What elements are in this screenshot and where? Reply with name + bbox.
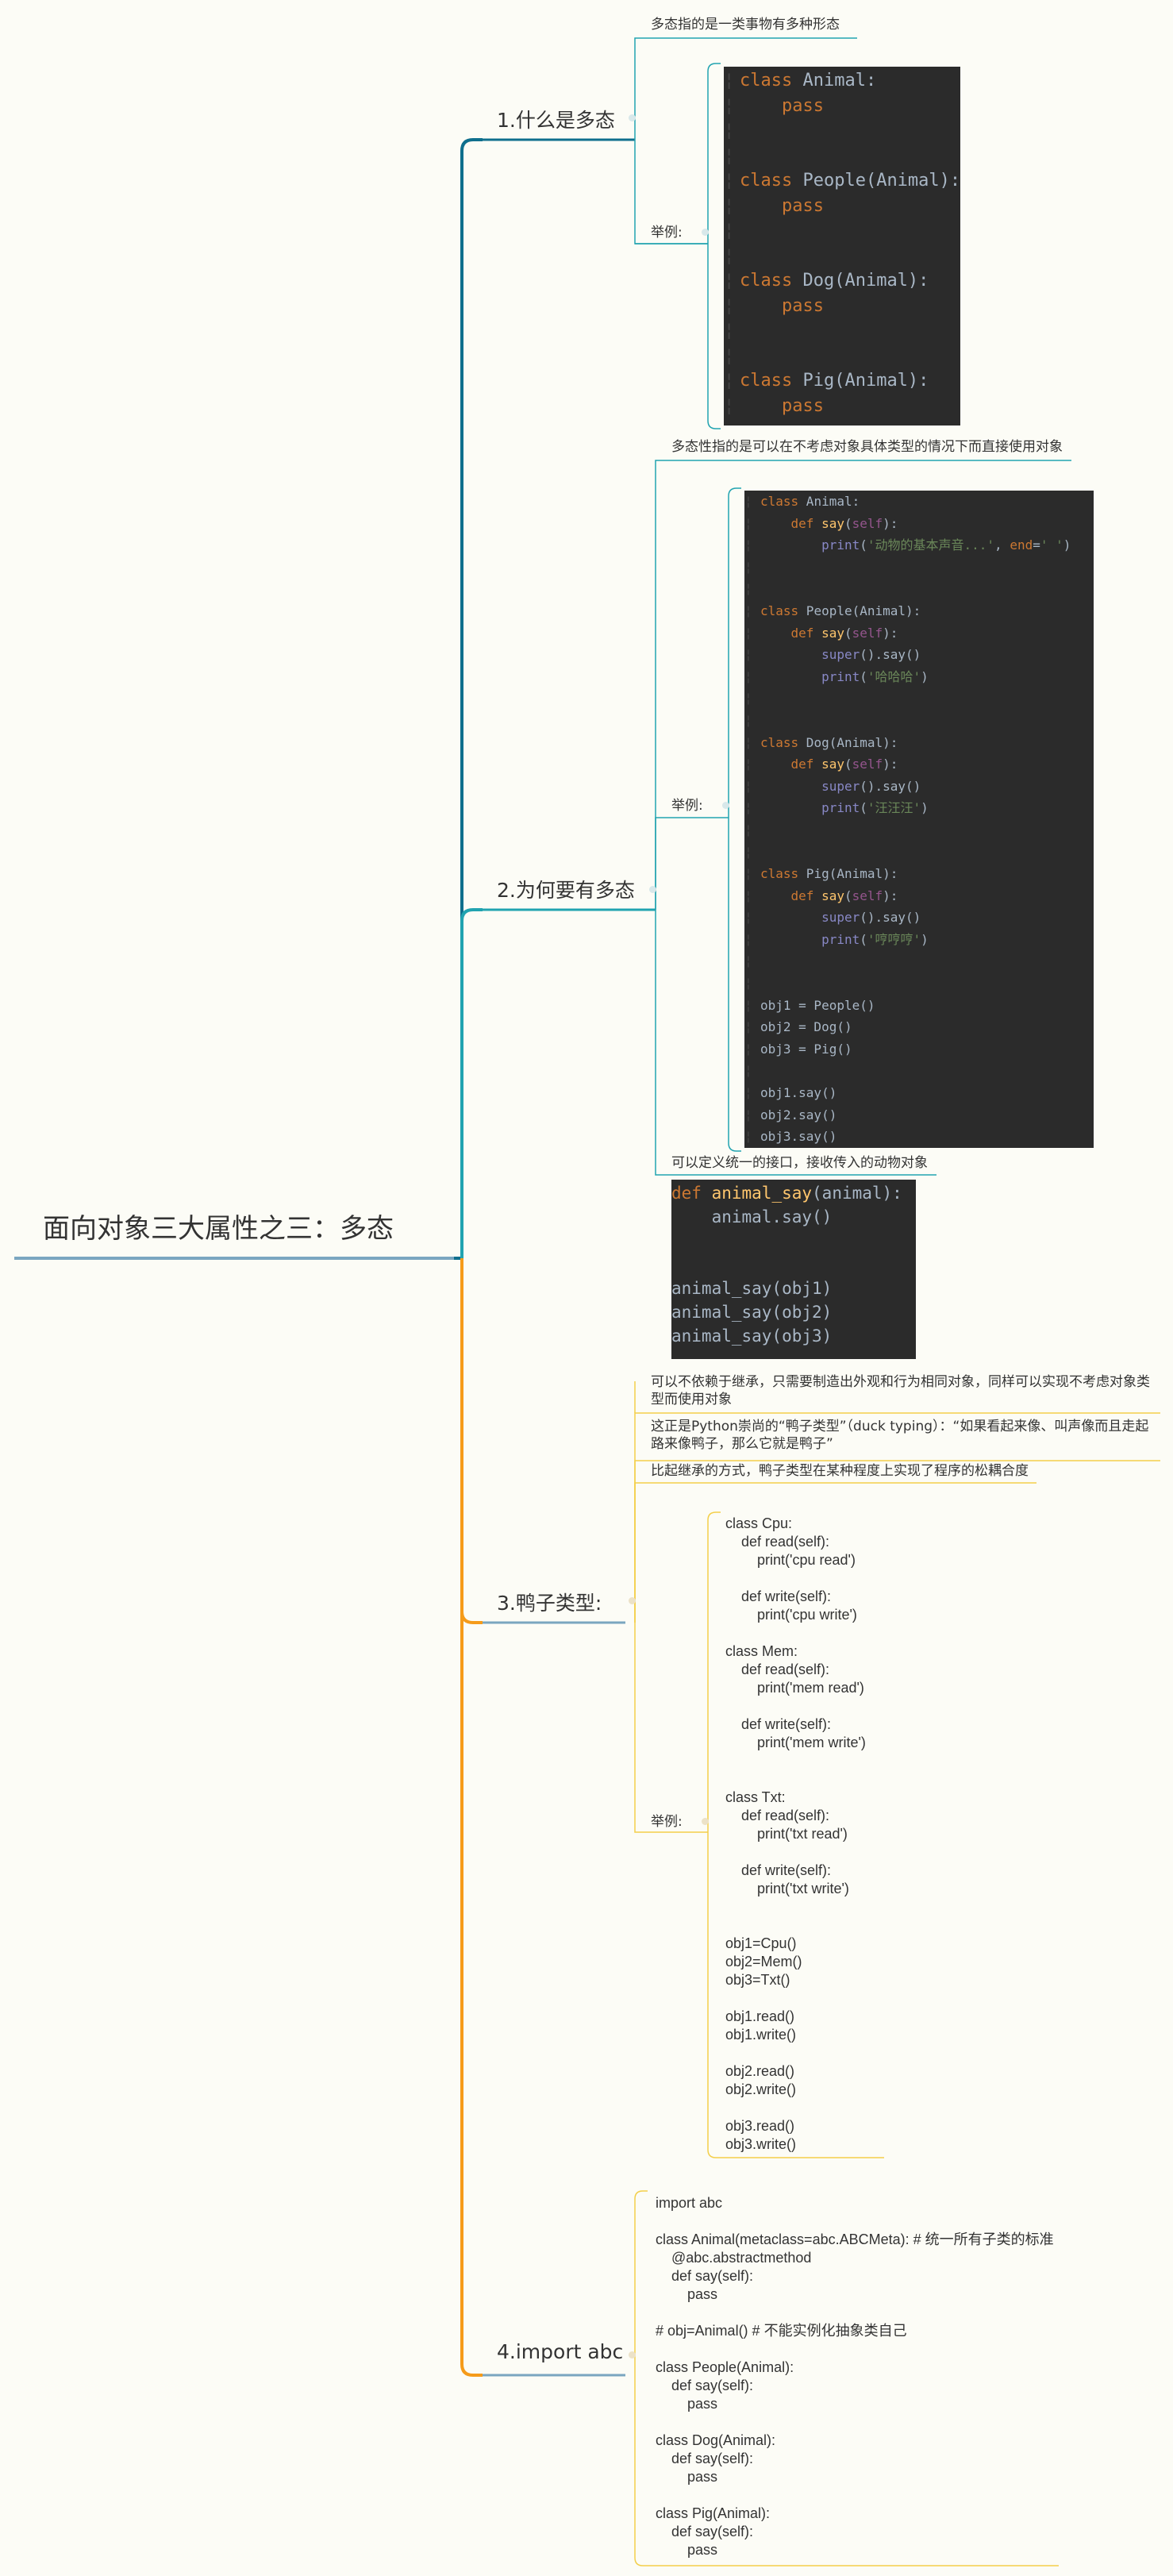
code-line: obj2 = Dog() (744, 1016, 1094, 1038)
code-line (724, 244, 960, 269)
code-line (724, 218, 960, 244)
code-line: class People(Animal): (724, 168, 960, 194)
b2-code-block: class Animal: def say(self): print('动物的基… (744, 491, 1094, 1148)
code-line: super().say() (744, 644, 1094, 666)
root-topic[interactable]: 面向对象三大属性之三：多态 (43, 1207, 394, 1246)
code-line: super().say() (744, 907, 1094, 929)
code-line (744, 841, 1094, 864)
code-line (744, 819, 1094, 841)
code-line (744, 710, 1094, 732)
code-line: def animal_say(animal): (671, 1184, 902, 1203)
mindmap-canvas: { "root": { "title": "面向对象三大属性之三：多态" }, … (0, 0, 1173, 2576)
code-line: print('哼哼哼') (744, 929, 1094, 951)
code-line (724, 344, 960, 369)
connector-lines (14, 37, 1160, 2566)
code-line (724, 144, 960, 169)
code-line: obj1.say() (744, 1082, 1094, 1104)
code-line: class Animal: (724, 68, 960, 94)
b2-example-label: 举例: (671, 798, 703, 814)
code-line: animal.say() (671, 1207, 833, 1226)
collapse-dot[interactable] (649, 886, 656, 893)
code-line: pass (724, 194, 960, 219)
code-line: print('动物的基本声音...', end=' ') (744, 534, 1094, 556)
code-line: class Pig(Animal): (744, 863, 1094, 885)
collapse-dot[interactable] (629, 2351, 636, 2358)
collapse-dot[interactable] (702, 1818, 709, 1825)
code-line: class People(Animal): (744, 600, 1094, 622)
code-line (724, 118, 960, 144)
code-line: def say(self): (744, 513, 1094, 535)
branch-import-abc[interactable]: 4.import abc (497, 2340, 623, 2363)
code-line (744, 950, 1094, 972)
b2-interface-code: def animal_say(animal): animal.say() ani… (671, 1180, 916, 1359)
code-line: def say(self): (744, 622, 1094, 645)
code-line: super().say() (744, 776, 1094, 798)
b1-code-block: class Animal: pass class People(Animal):… (724, 67, 960, 425)
b2-definition-text: 多态性指的是可以在不考虑对象具体类型的情况下而直接使用对象 (671, 439, 1063, 455)
code-line: pass (724, 94, 960, 119)
b3-text-2: 这正是Python崇尚的“鸭子类型”（duck typing）：“如果看起来像、… (651, 1419, 1149, 1452)
code-line (744, 556, 1094, 579)
code-line: def say(self): (744, 885, 1094, 907)
code-line: animal_say(obj1) (671, 1279, 833, 1298)
code-line (724, 318, 960, 344)
code-line: animal_say(obj3) (671, 1327, 833, 1346)
code-line: obj2.say() (744, 1104, 1094, 1126)
code-line: obj3.say() (744, 1126, 1094, 1148)
code-line: pass (724, 294, 960, 319)
code-line (744, 578, 1094, 600)
code-line: obj1 = People() (744, 995, 1094, 1017)
branch-duck-typing[interactable]: 3.鸭子类型: (497, 1588, 602, 1616)
b3-text-3: 比起继承的方式，鸭子类型在某种程度上实现了程序的松耦合度 (651, 1463, 1029, 1479)
code-line: obj3 = Pig() (744, 1038, 1094, 1061)
code-line (744, 687, 1094, 710)
collapse-dot[interactable] (722, 802, 729, 809)
branch-what-is-polymorphism[interactable]: 1.什么是多态 (497, 105, 615, 133)
code-line: animal_say(obj2) (671, 1303, 833, 1322)
b3-text-1: 可以不依赖于继承，只需要制造出外观和行为相同对象，同样可以实现不考虑对象类型而使… (651, 1374, 1150, 1407)
b2-interface-text: 可以定义统一的接口，接收传入的动物对象 (671, 1155, 928, 1171)
code-line: class Animal: (744, 491, 1094, 513)
b3-example-label: 举例: (651, 1814, 683, 1830)
code-line: class Pig(Animal): (724, 368, 960, 394)
b1-example-label: 举例: (651, 225, 683, 241)
collapse-dot[interactable] (702, 229, 709, 236)
b3-code-text: class Cpu: def read(self): print('cpu re… (725, 1515, 866, 2152)
collapse-dot[interactable] (629, 1597, 636, 1604)
code-line: print('汪汪汪') (744, 797, 1094, 819)
code-line (744, 1060, 1094, 1082)
code-line (744, 972, 1094, 995)
code-line: class Dog(Animal): (744, 732, 1094, 754)
code-line: def say(self): (744, 753, 1094, 776)
branch-why-polymorphism[interactable]: 2.为何要有多态 (497, 875, 635, 903)
code-line: print('哈哈哈') (744, 666, 1094, 688)
b1-definition-text: 多态指的是一类事物有多种形态 (651, 17, 840, 33)
b4-code-text: import abc class Animal(metaclass=abc.AB… (656, 2195, 1054, 2558)
collapse-dot[interactable] (629, 114, 636, 121)
code-line: pass (724, 394, 960, 419)
code-line: class Dog(Animal): (724, 268, 960, 294)
